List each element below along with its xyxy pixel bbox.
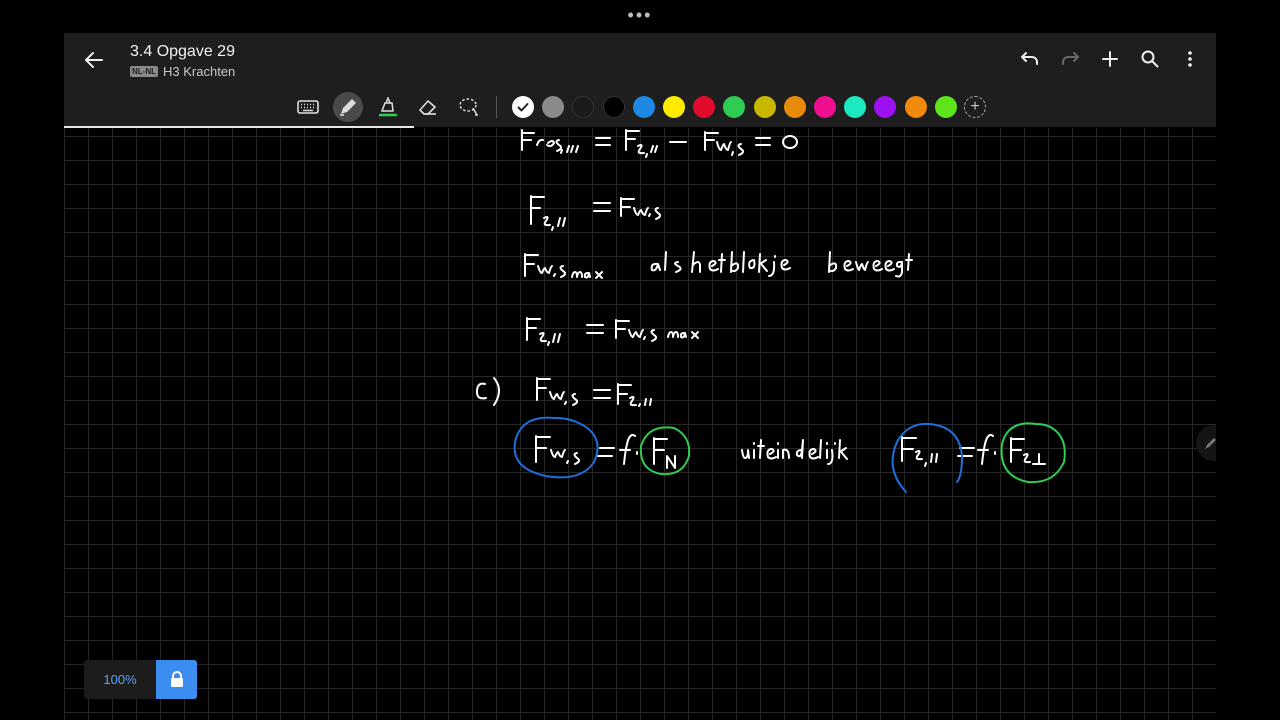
color-swatch[interactable] bbox=[783, 96, 806, 118]
color-swatch[interactable] bbox=[723, 96, 746, 118]
add-button[interactable] bbox=[1094, 43, 1126, 75]
app-window: ••• 3.4 Opgave 29 NL-NL H3 Krachten + 10… bbox=[64, 0, 1216, 720]
handwriting-ink bbox=[476, 129, 1066, 493]
highlighter-icon bbox=[379, 97, 397, 117]
highlighter-tool[interactable] bbox=[373, 92, 403, 122]
color-swatch[interactable] bbox=[844, 96, 867, 118]
color-swatch[interactable] bbox=[814, 96, 836, 118]
undo-icon bbox=[1021, 52, 1038, 65]
keyboard-tool[interactable] bbox=[293, 92, 323, 122]
search-icon bbox=[1141, 50, 1159, 68]
ink-line-1 bbox=[521, 129, 798, 158]
lasso-tool[interactable] bbox=[454, 92, 484, 122]
color-swatch[interactable] bbox=[602, 96, 625, 118]
redo-icon bbox=[1062, 52, 1079, 65]
color-swatch[interactable] bbox=[572, 96, 595, 118]
more-button[interactable] bbox=[1174, 43, 1206, 75]
header-actions bbox=[1014, 43, 1206, 75]
ink-line-5 bbox=[476, 377, 652, 407]
lock-button[interactable] bbox=[156, 660, 197, 699]
color-swatch[interactable] bbox=[663, 96, 685, 118]
check-icon bbox=[517, 103, 529, 112]
notebook-name: H3 Krachten bbox=[163, 64, 236, 79]
notebook-subtitle: NL-NL H3 Krachten bbox=[130, 64, 235, 79]
add-icon bbox=[1102, 51, 1118, 67]
lock-icon bbox=[170, 671, 183, 687]
ink-line-6 bbox=[535, 433, 1046, 469]
search-button[interactable] bbox=[1134, 43, 1166, 75]
redo-button[interactable] bbox=[1054, 43, 1086, 75]
eraser-icon bbox=[419, 100, 436, 115]
ink-line-3 bbox=[524, 251, 913, 279]
lasso-icon bbox=[459, 98, 479, 116]
color-swatch[interactable] bbox=[693, 96, 716, 118]
ink-line-4 bbox=[526, 317, 699, 346]
color-swatch[interactable] bbox=[904, 96, 927, 118]
color-swatch[interactable] bbox=[512, 96, 534, 118]
arrow-left-icon bbox=[85, 52, 103, 68]
back-button[interactable] bbox=[78, 45, 110, 75]
color-swatch[interactable] bbox=[874, 96, 897, 118]
color-swatch[interactable] bbox=[542, 96, 565, 118]
eraser-tool[interactable] bbox=[413, 92, 443, 122]
header-bar: 3.4 Opgave 29 NL-NL H3 Krachten bbox=[64, 33, 1216, 87]
add-color-button[interactable]: + bbox=[964, 96, 986, 118]
pen-icon bbox=[340, 99, 356, 116]
color-swatch[interactable] bbox=[753, 96, 776, 118]
language-badge: NL-NL bbox=[130, 66, 158, 77]
more-vertical-icon bbox=[1188, 51, 1192, 67]
window-handle[interactable]: ••• bbox=[64, 0, 1216, 30]
zoom-level-button[interactable]: 100% bbox=[84, 660, 156, 699]
undo-button[interactable] bbox=[1014, 43, 1046, 75]
note-canvas[interactable] bbox=[64, 128, 1216, 720]
toolbar-separator bbox=[496, 96, 497, 118]
ink-line-2 bbox=[530, 195, 662, 231]
page-title: 3.4 Opgave 29 bbox=[130, 43, 235, 60]
color-swatch[interactable] bbox=[632, 96, 655, 118]
pen-icon bbox=[1205, 438, 1216, 449]
drawing-toolbar: + bbox=[64, 87, 1216, 127]
pen-tool[interactable] bbox=[333, 92, 363, 122]
keyboard-icon bbox=[297, 100, 319, 114]
color-swatch[interactable] bbox=[934, 96, 957, 118]
blue-circle-fw-s bbox=[513, 416, 599, 479]
green-circle-fn bbox=[639, 426, 691, 476]
